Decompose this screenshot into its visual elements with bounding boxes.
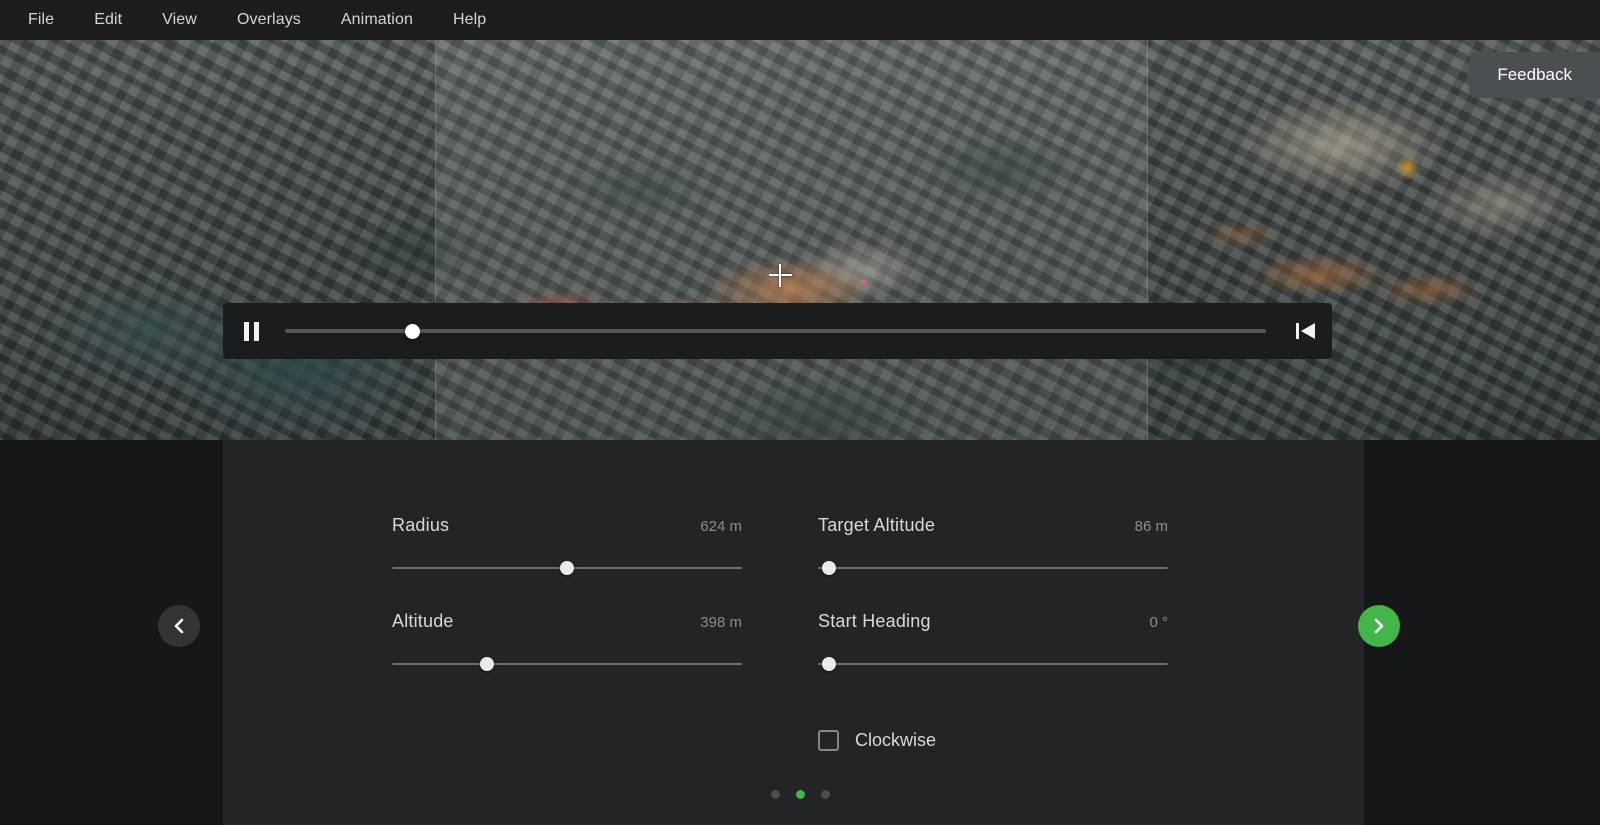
slider-start-heading[interactable]: Start Heading 0 ° — [818, 611, 1168, 671]
slider-start-heading-header: Start Heading 0 ° — [818, 611, 1168, 632]
menu-item-help[interactable]: Help — [433, 0, 506, 40]
slider-target-altitude-label: Target Altitude — [818, 515, 936, 535]
settings-panel: Radius 624 m Target Altitude 86 m Altitu… — [223, 440, 1364, 825]
slider-altitude-track[interactable] — [392, 657, 742, 671]
slider-target-altitude[interactable]: Target Altitude 86 m — [818, 515, 1168, 575]
pagination-dots — [0, 790, 1600, 799]
slider-radius-track[interactable] — [392, 561, 742, 575]
slider-altitude-rail — [392, 663, 742, 665]
feedback-button[interactable]: Feedback — [1469, 52, 1600, 98]
next-step-button[interactable] — [1358, 605, 1400, 647]
slider-start-heading-track[interactable] — [818, 657, 1168, 671]
clockwise-checkbox-box[interactable] — [818, 730, 839, 751]
slider-altitude-handle[interactable] — [479, 657, 494, 671]
app-root: File Edit View Overlays Animation Help F… — [0, 0, 1600, 825]
timeline-slider[interactable] — [285, 303, 1266, 359]
map-viewport[interactable] — [0, 40, 1600, 440]
slider-altitude-value: 398 m — [700, 614, 742, 631]
sliders-grid: Radius 624 m Target Altitude 86 m Altitu… — [392, 515, 1182, 671]
slider-start-heading-label: Start Heading — [818, 611, 931, 631]
clockwise-checkbox-label: Clockwise — [855, 730, 937, 750]
pagination-dot-2[interactable] — [795, 790, 805, 799]
aerial-imagery — [0, 40, 1600, 440]
slider-target-altitude-value: 86 m — [1134, 518, 1168, 535]
skip-to-start-icon[interactable] — [1280, 303, 1332, 359]
slider-radius[interactable]: Radius 624 m — [392, 515, 742, 575]
slider-altitude[interactable]: Altitude 398 m — [392, 611, 742, 671]
slider-start-heading-handle[interactable] — [821, 657, 836, 671]
menu-item-edit[interactable]: Edit — [74, 0, 142, 40]
previous-step-button[interactable] — [158, 605, 200, 647]
timeline-track — [285, 329, 1266, 333]
slider-row-1: Radius 624 m Target Altitude 86 m — [392, 515, 1182, 575]
menu-item-view[interactable]: View — [142, 0, 217, 40]
playback-bar — [223, 303, 1332, 359]
pagination-dot-1[interactable] — [770, 790, 780, 799]
pagination-dot-3[interactable] — [820, 790, 830, 799]
slider-row-2: Altitude 398 m Start Heading 0 ° — [392, 611, 1182, 671]
menu-item-animation[interactable]: Animation — [321, 0, 433, 40]
map-marker-dot — [862, 280, 866, 284]
menu-item-overlays[interactable]: Overlays — [217, 0, 321, 40]
slider-radius-handle[interactable] — [560, 561, 574, 575]
slider-target-altitude-handle[interactable] — [821, 561, 836, 575]
pause-icon[interactable] — [223, 303, 279, 359]
slider-target-altitude-track[interactable] — [818, 561, 1168, 575]
slider-altitude-label: Altitude — [392, 611, 454, 631]
slider-radius-value: 624 m — [700, 518, 742, 535]
menu-bar: File Edit View Overlays Animation Help — [0, 0, 1600, 40]
slider-radius-header: Radius 624 m — [392, 515, 742, 536]
slider-altitude-header: Altitude 398 m — [392, 611, 742, 632]
slider-start-heading-value: 0 ° — [1149, 614, 1168, 631]
clockwise-checkbox[interactable]: Clockwise — [818, 730, 936, 751]
slider-target-altitude-header: Target Altitude 86 m — [818, 515, 1168, 536]
menu-item-file[interactable]: File — [8, 0, 74, 40]
slider-target-altitude-rail — [818, 567, 1168, 569]
slider-radius-label: Radius — [392, 515, 450, 535]
slider-start-heading-rail — [818, 663, 1168, 665]
timeline-handle[interactable] — [405, 323, 421, 339]
